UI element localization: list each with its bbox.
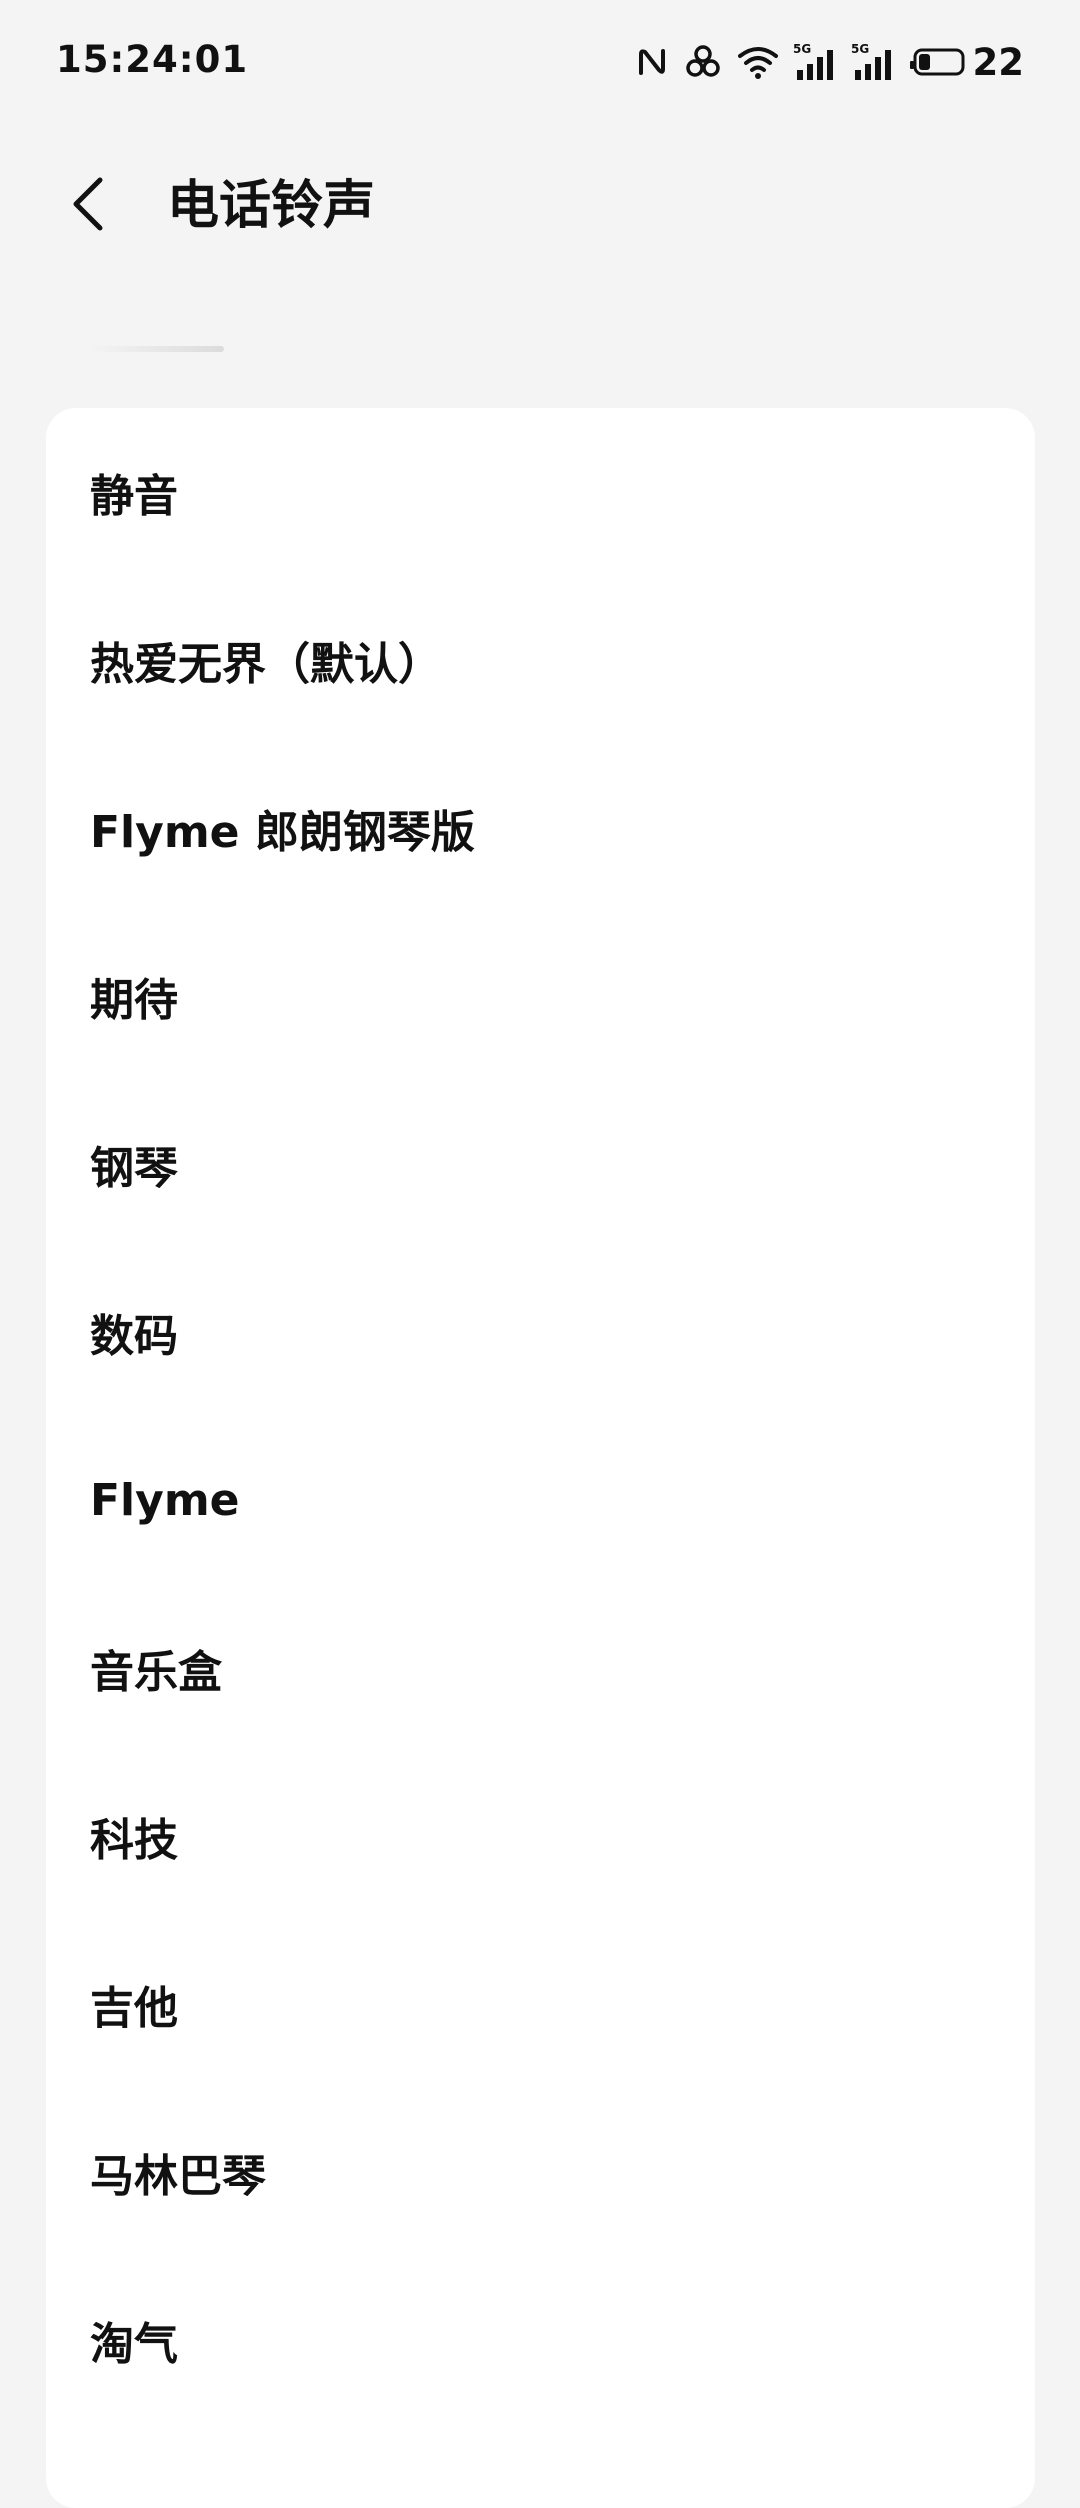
page-title: 电话铃声 <box>167 176 376 236</box>
ringtone-item[interactable]: 吉他 <box>46 1920 1035 2088</box>
ringtone-list: 静音 热爱无界（默认） Flyme 郎朗钢琴版 期待 钢琴 数码 Flyme 音… <box>46 408 1035 2424</box>
signal-label-2: 5G <box>851 42 869 56</box>
battery-level: 22 <box>972 40 1025 84</box>
status-bar: 15:24:01 5G 5G 22 <box>0 0 1080 124</box>
signal-5g-sim1-icon: 5G <box>793 42 837 82</box>
wifi-icon <box>737 44 779 80</box>
ringtone-item[interactable]: 钢琴 <box>46 1080 1035 1248</box>
status-time: 15:24:01 <box>56 38 249 81</box>
ringtone-item-silent[interactable]: 静音 <box>46 408 1035 576</box>
ringtone-item[interactable]: 马林巴琴 <box>46 2088 1035 2256</box>
scroll-fade-strip <box>88 346 224 352</box>
ringtone-item[interactable]: 音乐盒 <box>46 1584 1035 1752</box>
battery: 22 <box>909 40 1025 84</box>
ringtone-item[interactable]: 科技 <box>46 1752 1035 1920</box>
battery-icon <box>909 46 965 78</box>
link-icon <box>683 44 723 80</box>
ringtone-item[interactable]: 期待 <box>46 912 1035 1080</box>
app-header: 电话铃声 <box>0 150 1080 270</box>
chevron-left-icon <box>68 176 108 236</box>
status-icons: 5G 5G 22 <box>635 40 1025 84</box>
ringtone-item[interactable]: Flyme <box>46 1416 1035 1584</box>
ringtone-item[interactable]: 数码 <box>46 1248 1035 1416</box>
ringtone-item[interactable]: 淘气 <box>46 2256 1035 2424</box>
nfc-icon <box>635 45 669 79</box>
back-button[interactable] <box>56 170 120 242</box>
ringtone-item[interactable]: Flyme 郎朗钢琴版 <box>46 744 1035 912</box>
ringtone-list-card: 静音 热爱无界（默认） Flyme 郎朗钢琴版 期待 钢琴 数码 Flyme 音… <box>46 408 1035 2508</box>
ringtone-item-default[interactable]: 热爱无界（默认） <box>46 576 1035 744</box>
signal-label-1: 5G <box>793 42 811 56</box>
signal-5g-sim2-icon: 5G <box>851 42 895 82</box>
